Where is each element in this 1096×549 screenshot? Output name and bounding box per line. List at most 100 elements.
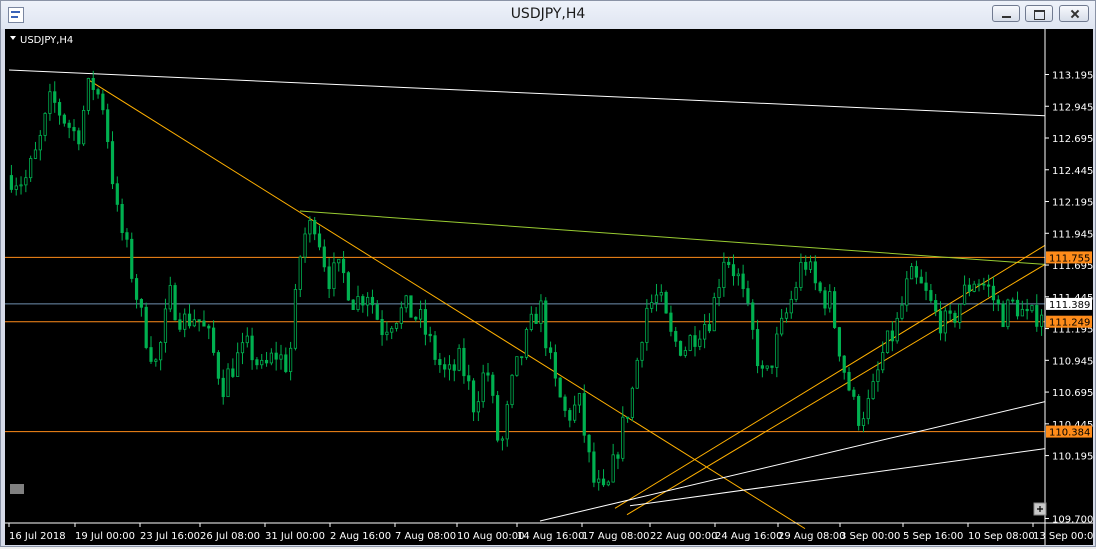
candle-body (765, 365, 769, 369)
candle-body (804, 261, 808, 270)
candle-body (611, 454, 615, 483)
x-tick-label: 17 Aug 08:00 (582, 531, 649, 542)
level-price-label: 111.755 (1049, 253, 1090, 264)
current-price-label: 111.389 (1049, 300, 1090, 311)
candle-body (159, 342, 163, 361)
candle-body (101, 93, 105, 111)
candle-body (924, 282, 928, 291)
candle-body (905, 278, 909, 306)
y-tick-label: 109.700 (1052, 514, 1093, 525)
candle-body (33, 149, 38, 159)
candle-body (317, 233, 322, 248)
candle-body (366, 296, 370, 306)
candle-body (977, 283, 981, 286)
window-title: USDJPY,H4 (510, 6, 586, 22)
candle-body (289, 347, 293, 372)
candle-body (544, 300, 548, 349)
candle-body (645, 307, 649, 343)
candle-body (529, 313, 533, 330)
candle-body (423, 309, 428, 335)
candle-body (1001, 303, 1005, 328)
candle-body (19, 184, 23, 187)
candle-body (712, 297, 716, 332)
candle-body (192, 319, 196, 327)
candle-body (43, 113, 47, 136)
candle-body (982, 283, 986, 286)
y-tick-label: 110.945 (1052, 356, 1093, 367)
candle-body (308, 220, 312, 235)
candle-body (813, 261, 817, 284)
candle-body (134, 278, 139, 300)
candle-body (597, 478, 601, 483)
candle-body (361, 296, 365, 306)
candle-body (650, 302, 654, 309)
close-button[interactable] (1059, 5, 1089, 22)
title-bar[interactable]: USDJPY,H4 (1, 1, 1095, 29)
candle-body (1015, 299, 1020, 317)
chart-scroll-marker (10, 484, 24, 494)
maximize-button[interactable] (1025, 5, 1053, 22)
candle-body (775, 333, 779, 368)
candle-body (736, 273, 740, 277)
minimize-button[interactable] (992, 5, 1020, 22)
chevron-down-icon[interactable] (10, 36, 16, 40)
candle-body (211, 327, 216, 353)
candle-body (476, 401, 480, 413)
candle-body (380, 319, 384, 336)
candle-body (967, 284, 971, 292)
candle-body (221, 377, 225, 398)
candle-body (496, 395, 500, 441)
candle-body (1030, 305, 1034, 312)
candle-body (539, 300, 543, 324)
candle-body (847, 371, 851, 391)
candle-body (240, 342, 245, 354)
candle-body (934, 300, 938, 312)
candle-body (890, 330, 894, 342)
candle-body (577, 393, 582, 406)
chart-canvas[interactable]: 113.195 112.945 112.695 112.445 112.195 111.9… (5, 29, 1096, 545)
candle-body (553, 352, 557, 379)
candle-body (125, 232, 129, 240)
candle-body (722, 261, 726, 288)
candle-body (842, 355, 846, 373)
candle-body (731, 264, 736, 277)
candle-body (370, 296, 375, 306)
candle-body (573, 404, 577, 421)
candle-body (991, 285, 996, 301)
candle-body (1020, 308, 1024, 317)
candle-body (866, 398, 870, 420)
candle-body (678, 340, 683, 356)
candle-body (438, 359, 442, 366)
candle-body (491, 374, 495, 396)
candle-body (948, 310, 952, 314)
candle-body (226, 368, 230, 398)
candle-body (674, 330, 678, 342)
candle-body (914, 266, 919, 278)
candle-body (245, 335, 249, 344)
x-tick-label: 31 Jul 00:00 (265, 531, 325, 542)
candle-body (390, 327, 394, 333)
candle-body (481, 372, 485, 403)
candle-body (168, 285, 172, 310)
candle-body (462, 347, 466, 377)
candle-body (115, 183, 119, 205)
candle-body (755, 329, 760, 367)
candle-body (173, 285, 177, 321)
candle-body (144, 306, 148, 348)
candle-body (139, 299, 143, 308)
candle-body (789, 298, 793, 314)
candle-body (385, 331, 389, 336)
candle-body (284, 354, 288, 372)
candle-body (414, 316, 418, 320)
candle-body (409, 295, 413, 318)
y-tick-label: 112.445 (1052, 166, 1093, 177)
candle-body (428, 333, 432, 337)
candle-body (616, 454, 620, 459)
candle-body (900, 304, 904, 319)
candle-body (780, 317, 784, 335)
candle-body (962, 284, 967, 305)
candle-body (106, 109, 110, 142)
candle-body (375, 304, 379, 320)
candle-body (337, 258, 341, 264)
price-chart[interactable]: 113.195 112.945 112.695 112.445 112.195 111.9… (5, 29, 1096, 545)
